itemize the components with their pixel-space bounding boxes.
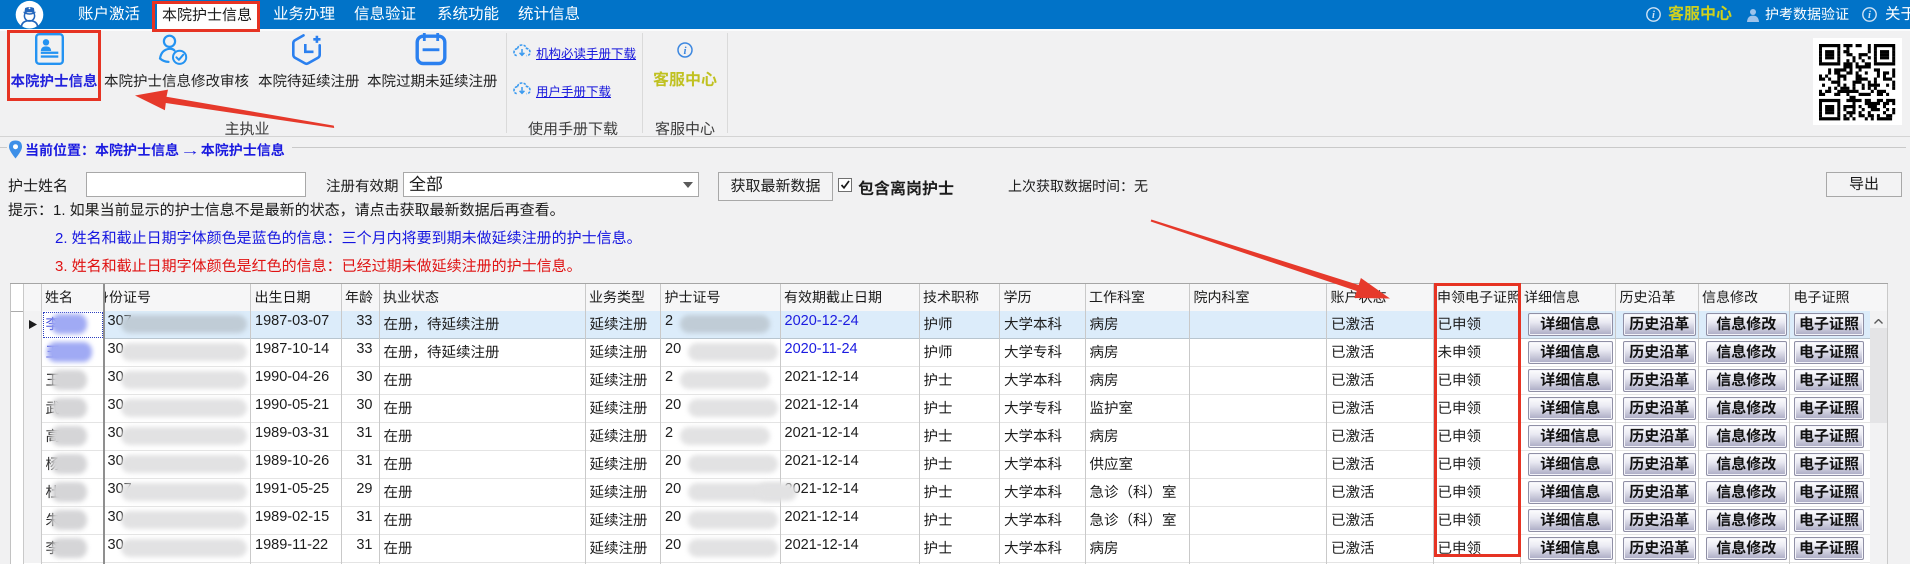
svg-text:i: i: [1868, 10, 1871, 21]
svg-text:i: i: [1652, 10, 1655, 21]
svg-text:i: i: [683, 45, 687, 57]
